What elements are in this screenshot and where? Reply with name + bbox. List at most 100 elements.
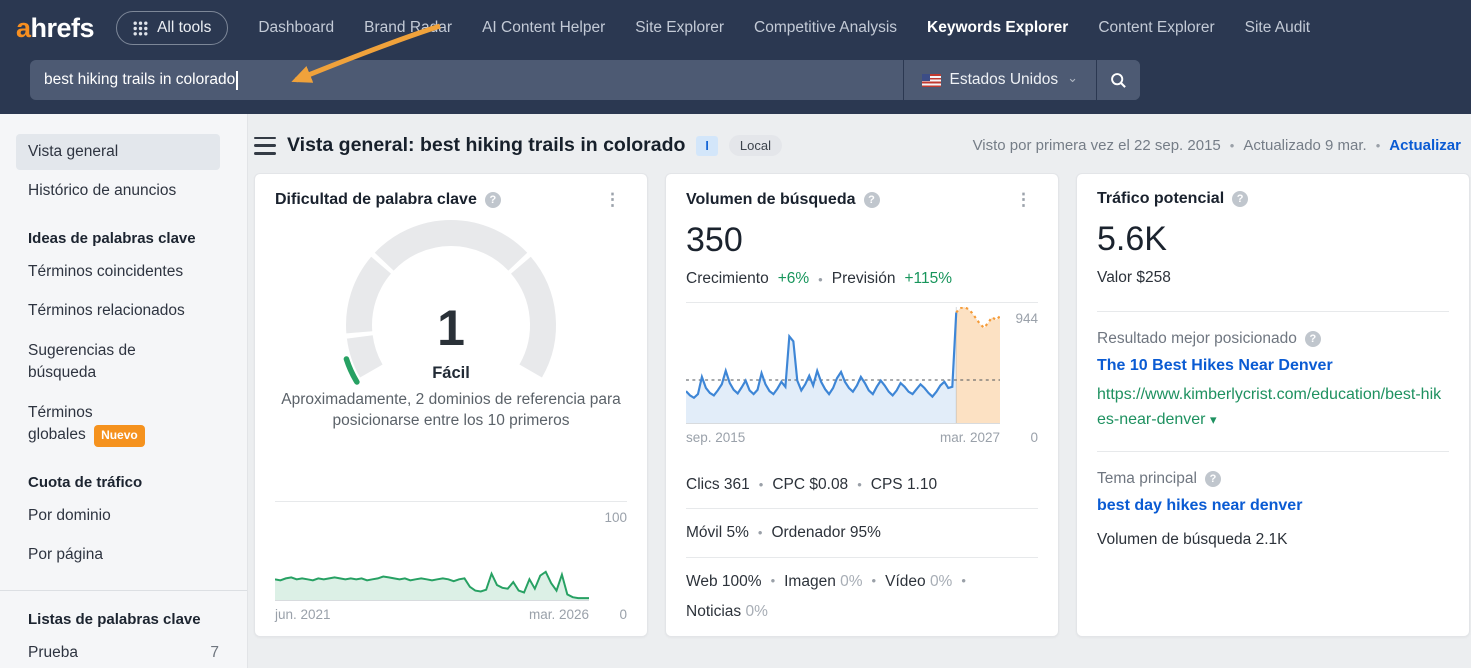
kd-history-chart: 100 jun. 2021 mar. 2026 0 — [275, 501, 627, 622]
nav-item-brand-radar[interactable]: Brand Radar — [364, 19, 452, 37]
sidebar-item-historico-anuncios[interactable]: Histórico de anuncios — [16, 173, 220, 209]
top-result-url-link[interactable]: https://www.kimberlycrist.com/education/… — [1097, 383, 1449, 433]
keyword-search-box: best hiking trails in colorado Estados U… — [30, 60, 1140, 100]
sidebar-item-lista-prueba[interactable]: Prueba 7 — [16, 635, 231, 668]
bullet-separator: • — [1230, 138, 1235, 153]
bullet-separator: • — [758, 523, 763, 543]
nav-item-keywords-explorer[interactable]: Keywords Explorer — [927, 19, 1068, 37]
help-icon[interactable]: ? — [1305, 331, 1321, 347]
parent-topic-volume: Volumen de búsqueda 2.1K — [1097, 531, 1449, 549]
kd-difficulty-label: Fácil — [275, 364, 627, 383]
nav-item-competitive-analysis[interactable]: Competitive Analysis — [754, 19, 897, 37]
kd-chart-ymax: 100 — [604, 510, 627, 525]
sidebar-item-vista-general[interactable]: Vista general — [16, 134, 220, 170]
topic-volume-label: Volumen de búsqueda — [1097, 531, 1251, 548]
url-dropdown-icon: ▾ — [1210, 412, 1217, 427]
parent-topic-label: Tema principal — [1097, 470, 1197, 488]
all-tools-button[interactable]: All tools — [116, 11, 228, 45]
image-label: Imagen — [784, 573, 836, 590]
bullet-separator: • — [818, 272, 823, 287]
logo-rest: hrefs — [31, 13, 95, 43]
traffic-value: 5.6K — [1097, 220, 1449, 259]
search-button[interactable] — [1096, 60, 1140, 100]
kd-chart-xend: mar. 2026 — [529, 607, 589, 622]
parent-topic-label-row: Tema principal ? — [1097, 470, 1449, 488]
nav-item-site-audit[interactable]: Site Audit — [1245, 19, 1311, 37]
keyword-search-input[interactable]: best hiking trails in colorado — [30, 60, 903, 100]
search-volume-card: Volumen de búsqueda ? ⋮ 350 Crecimiento … — [665, 173, 1059, 637]
bullet-separator: • — [872, 571, 877, 591]
bullet-separator: • — [1376, 138, 1381, 153]
country-selector[interactable]: Estados Unidos ⌄ — [903, 60, 1096, 100]
nav-item-content-explorer[interactable]: Content Explorer — [1098, 19, 1214, 37]
cps-value: 1.10 — [907, 476, 937, 493]
lista-prueba-label: Prueba — [28, 642, 78, 664]
country-label: Estados Unidos — [950, 71, 1059, 89]
volume-value: 350 — [686, 221, 1038, 260]
sidebar-item-por-dominio[interactable]: Por dominio — [16, 498, 220, 534]
nav-item-site-explorer[interactable]: Site Explorer — [635, 19, 724, 37]
web-value: 100% — [722, 573, 762, 590]
sidebar-item-sugerencias[interactable]: Sugerencias de búsqueda — [16, 333, 188, 392]
volume-chart-ymin: 0 — [1000, 430, 1038, 445]
mobile-value: 5% — [726, 524, 748, 541]
refresh-link[interactable]: Actualizar — [1389, 137, 1461, 154]
forecast-label: Previsión — [832, 270, 896, 288]
clicks-metrics-row: Clics 361 • CPC $0.08 • CPS 1.10 — [686, 461, 1038, 508]
sidebar-item-terminos-coincidentes[interactable]: Términos coincidentes — [16, 254, 220, 290]
help-icon[interactable]: ? — [485, 192, 501, 208]
kebab-menu-icon[interactable]: ⋮ — [1009, 190, 1038, 209]
sidebar-divider — [0, 590, 247, 591]
ahrefs-keywords-explorer-screen: ahrefs All tools Dashboard Brand Radar A… — [0, 0, 1471, 668]
bullet-separator: • — [857, 475, 862, 495]
grid-icon — [133, 21, 148, 36]
traffic-card-title: Tráfico potencial — [1097, 190, 1224, 208]
top-result-url-text: https://www.kimberlycrist.com/education/… — [1097, 386, 1441, 428]
volume-card-title: Volumen de búsqueda — [686, 191, 856, 209]
sidebar-item-terminos-relacionados[interactable]: Términos relacionados — [16, 293, 220, 329]
logo-letter-a: a — [16, 13, 31, 43]
sidebar: Vista general Histórico de anuncios Idea… — [0, 114, 248, 668]
kd-chart-ymin: 0 — [589, 607, 627, 622]
news-value: 0% — [745, 603, 767, 620]
traffic-valor-row: Valor $258 — [1097, 269, 1449, 287]
overview-cards: Dificultad de palabra clave ? ⋮ 1 Fácil … — [248, 173, 1471, 637]
lista-prueba-count: 7 — [210, 642, 219, 664]
parent-topic-link[interactable]: best day hikes near denver — [1097, 497, 1449, 515]
help-icon[interactable]: ? — [864, 192, 880, 208]
nuevo-badge: Nuevo — [94, 425, 145, 446]
device-metrics-row: Móvil 5% • Ordenador 95% — [686, 508, 1038, 556]
top-navigation-bar: ahrefs All tools Dashboard Brand Radar A… — [0, 0, 1471, 114]
terminos-globales-label: Términos globales — [28, 404, 93, 443]
bullet-separator: • — [771, 571, 776, 591]
sidebar-item-terminos-globales[interactable]: Términos globales Nuevo — [16, 395, 161, 454]
page-meta: Visto por primera vez el 22 sep. 2015 • … — [973, 137, 1461, 154]
ahrefs-logo[interactable]: ahrefs — [16, 13, 94, 44]
volume-history-chart: 944 sep. 2015 mar. 2027 0 — [686, 302, 1038, 445]
nav-item-dashboard[interactable]: Dashboard — [258, 19, 334, 37]
top-result-title-link[interactable]: The 10 Best Hikes Near Denver — [1097, 357, 1449, 375]
search-icon — [1110, 72, 1127, 89]
sidebar-header-listas: Listas de palabras clave — [16, 611, 231, 628]
all-tools-label: All tools — [157, 19, 211, 37]
forecast-value: +115% — [904, 270, 952, 288]
card-divider — [1097, 311, 1449, 312]
nav-item-ai-content-helper[interactable]: AI Content Helper — [482, 19, 605, 37]
kd-description: Aproximadamente, 2 dominios de referenci… — [281, 390, 621, 432]
traffic-potential-card: Tráfico potencial ? 5.6K Valor $258 Resu… — [1076, 173, 1470, 637]
growth-label: Crecimiento — [686, 270, 769, 288]
kebab-menu-icon[interactable]: ⋮ — [598, 190, 627, 209]
bullet-separator: • — [759, 475, 764, 495]
bullet-separator: • — [961, 571, 966, 591]
card-divider — [1097, 451, 1449, 452]
hamburger-menu-icon[interactable] — [254, 137, 276, 155]
help-icon[interactable]: ? — [1232, 191, 1248, 207]
local-badge: Local — [729, 135, 782, 156]
news-label: Noticias — [686, 603, 741, 620]
growth-value: +6% — [778, 270, 809, 288]
chevron-down-icon: ⌄ — [1067, 70, 1078, 86]
sidebar-item-por-pagina[interactable]: Por página — [16, 537, 220, 573]
main-content: Vista general: best hiking trails in col… — [248, 114, 1471, 668]
sidebar-header-ideas: Ideas de palabras clave — [16, 230, 231, 247]
help-icon[interactable]: ? — [1205, 471, 1221, 487]
